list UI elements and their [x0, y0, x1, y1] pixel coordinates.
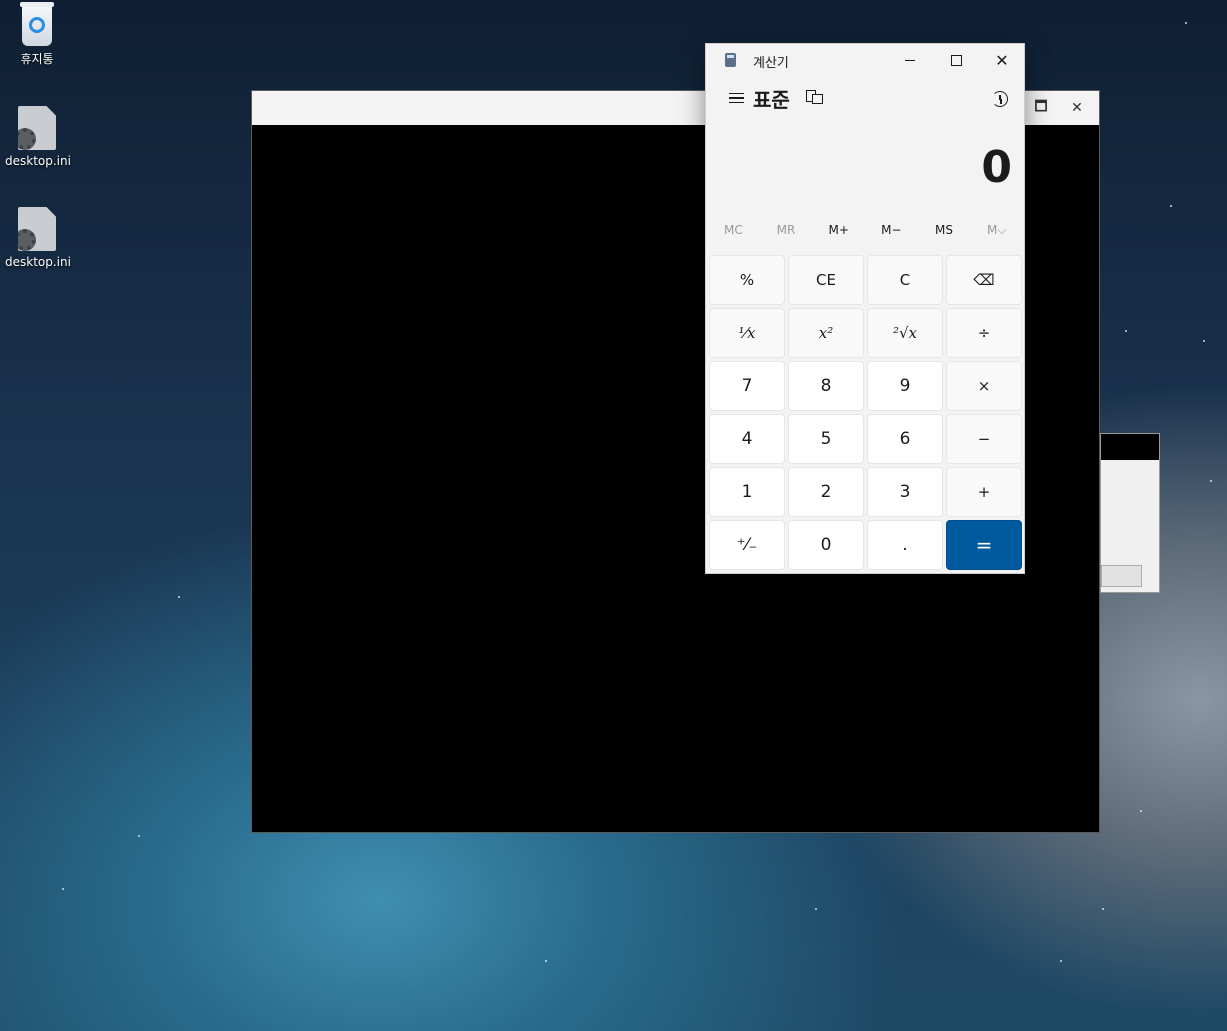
desktop-icon-label: desktop.ini — [5, 154, 71, 168]
digit-2-button[interactable]: 2 — [788, 467, 864, 517]
digit-0-button[interactable]: 0 — [788, 520, 864, 570]
desktop-icon-desktop-ini-1[interactable]: desktop.ini — [5, 106, 71, 168]
digit-1-button[interactable]: 1 — [709, 467, 785, 517]
display-value: 0 — [981, 142, 1012, 193]
reciprocal-button[interactable]: ¹⁄𝑥 — [709, 308, 785, 358]
window-title: 계산기 — [753, 56, 789, 71]
percent-button[interactable]: % — [709, 255, 785, 305]
calculator-header: 표준 — [706, 76, 1024, 122]
digit-3-button[interactable]: 3 — [867, 467, 943, 517]
digit-7-button[interactable]: 7 — [709, 361, 785, 411]
mode-title: 표준 — [753, 88, 790, 112]
navigation-menu-button[interactable] — [716, 82, 756, 114]
plus-button[interactable]: + — [946, 467, 1022, 517]
digit-9-button[interactable]: 9 — [867, 361, 943, 411]
calculator-display: 0 — [706, 122, 1024, 211]
clear-button[interactable]: C — [867, 255, 943, 305]
multiply-button[interactable]: × — [946, 361, 1022, 411]
desktop-icon-recycle-bin[interactable]: 휴지통 — [5, 2, 69, 67]
calculator-window[interactable]: 계산기 ✕ 표준 0 MC MR M+ M− MS M⌵ % CE C ⌫ ¹⁄… — [705, 43, 1025, 574]
digit-5-button[interactable]: 5 — [788, 414, 864, 464]
memory-recall-button[interactable]: MR — [760, 211, 813, 249]
square-button[interactable]: 𝑥² — [788, 308, 864, 358]
keep-on-top-icon[interactable] — [806, 88, 823, 104]
equals-button[interactable]: = — [946, 520, 1022, 570]
memory-row: MC MR M+ M− MS M⌵ — [706, 211, 1024, 249]
keypad: % CE C ⌫ ¹⁄𝑥 𝑥² ²√𝑥 ÷ 7 8 9 × 4 5 6 − 1 … — [709, 255, 1022, 570]
history-button[interactable] — [984, 83, 1016, 115]
close-icon[interactable]: ✕ — [1059, 91, 1095, 125]
minimize-button[interactable] — [887, 44, 933, 76]
digit-8-button[interactable]: 8 — [788, 361, 864, 411]
desktop-icon-desktop-ini-2[interactable]: desktop.ini — [5, 207, 71, 269]
memory-list-button[interactable]: M⌵ — [970, 211, 1023, 249]
memory-clear-button[interactable]: MC — [707, 211, 760, 249]
decimal-button[interactable]: . — [867, 520, 943, 570]
memory-add-button[interactable]: M+ — [812, 211, 865, 249]
history-icon — [992, 91, 1008, 107]
minimize-icon — [905, 59, 915, 61]
divide-button[interactable]: ÷ — [946, 308, 1022, 358]
background-dialog-button[interactable] — [1101, 565, 1142, 587]
recycle-bin-icon — [20, 2, 54, 46]
maximize-icon — [950, 54, 962, 66]
background-dialog-titlebar[interactable] — [1101, 434, 1159, 460]
desktop-icon-label: desktop.ini — [5, 255, 71, 269]
memory-store-button[interactable]: MS — [918, 211, 971, 249]
minus-button[interactable]: − — [946, 414, 1022, 464]
negate-button[interactable]: ⁺⁄₋ — [709, 520, 785, 570]
maximize-icon[interactable]: 🗖 — [1023, 91, 1059, 125]
digit-6-button[interactable]: 6 — [867, 414, 943, 464]
desktop-icon-label: 휴지통 — [20, 52, 54, 66]
digit-4-button[interactable]: 4 — [709, 414, 785, 464]
close-button[interactable]: ✕ — [979, 44, 1025, 76]
backspace-button[interactable]: ⌫ — [946, 255, 1022, 305]
calculator-app-icon — [725, 53, 736, 67]
calculator-titlebar[interactable]: 계산기 ✕ — [706, 44, 1024, 76]
memory-subtract-button[interactable]: M− — [865, 211, 918, 249]
clear-entry-button[interactable]: CE — [788, 255, 864, 305]
settings-file-icon — [18, 106, 56, 150]
background-dialog[interactable] — [1100, 433, 1160, 593]
square-root-button[interactable]: ²√𝑥 — [867, 308, 943, 358]
maximize-button[interactable] — [933, 44, 979, 76]
close-icon: ✕ — [995, 50, 1009, 70]
settings-file-icon — [18, 207, 56, 251]
